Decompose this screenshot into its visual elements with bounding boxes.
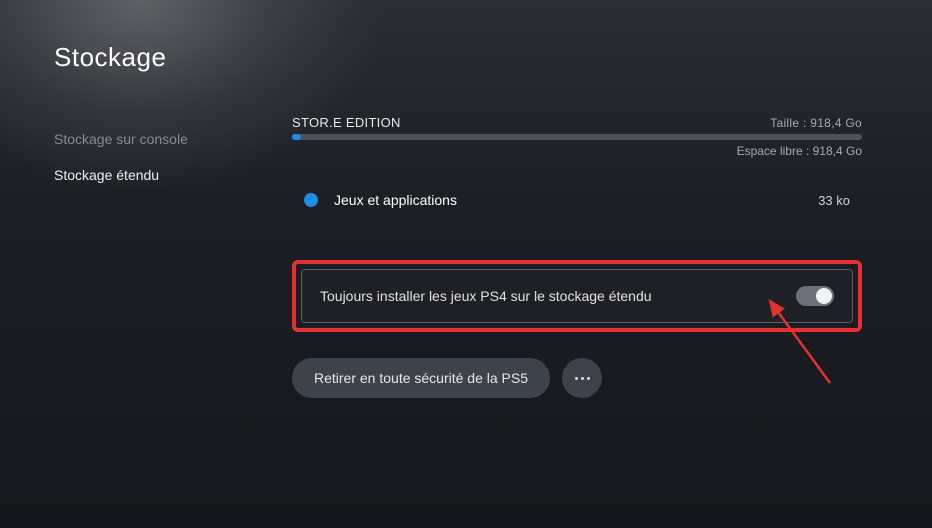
storage-bar — [292, 134, 862, 140]
toggle-knob — [816, 288, 832, 304]
category-size: 33 ko — [818, 193, 850, 208]
more-button[interactable] — [562, 358, 602, 398]
setting-label: Toujours installer les jeux PS4 sur le s… — [320, 288, 652, 304]
sidebar-item-console-storage[interactable]: Stockage sur console — [54, 121, 244, 157]
dots-icon — [581, 377, 584, 380]
sidebar: Stockage sur console Stockage étendu — [54, 115, 244, 398]
dots-icon — [575, 377, 578, 380]
main-panel: STOR.E EDITION Taille : 918,4 Go Espace … — [292, 115, 932, 398]
storage-bar-fill — [292, 134, 301, 140]
annotation-highlight: Toujours installer les jeux PS4 sur le s… — [292, 260, 862, 332]
toggle-switch[interactable] — [796, 286, 834, 306]
category-games-apps[interactable]: Jeux et applications 33 ko — [292, 184, 862, 216]
sidebar-item-extended-storage[interactable]: Stockage étendu — [54, 157, 244, 193]
page-title: Stockage — [54, 42, 932, 73]
device-size: Taille : 918,4 Go — [770, 116, 862, 130]
device-free: Espace libre : 918,4 Go — [292, 144, 862, 158]
device-name: STOR.E EDITION — [292, 115, 401, 130]
setting-always-install-ps4[interactable]: Toujours installer les jeux PS4 sur le s… — [301, 269, 853, 323]
remove-safely-button[interactable]: Retirer en toute sécurité de la PS5 — [292, 358, 550, 398]
category-label: Jeux et applications — [334, 192, 457, 208]
dots-icon — [587, 377, 590, 380]
circle-icon — [304, 193, 318, 207]
